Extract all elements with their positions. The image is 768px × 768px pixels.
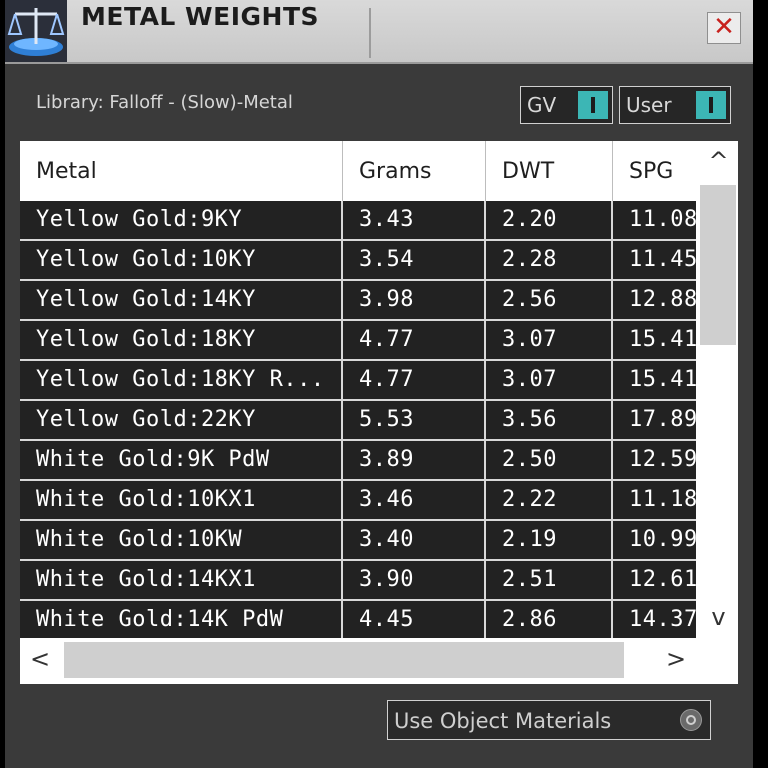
table-row[interactable]: White Gold:9K PdW 3.89 2.50 12.59 bbox=[20, 441, 696, 481]
table-row[interactable]: White Gold:14KX1 3.90 2.51 12.61 bbox=[20, 561, 696, 601]
close-icon: ✕ bbox=[713, 12, 735, 42]
column-header-dwt[interactable]: DWT bbox=[486, 141, 613, 201]
scroll-right-arrow-icon[interactable]: > bbox=[666, 645, 686, 673]
cell-dwt: 3.56 bbox=[486, 401, 613, 439]
cell-spg: 12.61 bbox=[613, 561, 696, 599]
cell-spg: 11.45 bbox=[613, 241, 696, 279]
close-button[interactable]: ✕ bbox=[707, 12, 741, 44]
table-row[interactable]: Yellow Gold:14KY 3.98 2.56 12.88 bbox=[20, 281, 696, 321]
gv-toggle[interactable]: GV bbox=[520, 86, 613, 124]
cell-metal: Yellow Gold:22KY bbox=[20, 401, 343, 439]
cell-metal: Yellow Gold:18KY bbox=[20, 321, 343, 359]
balance-scale-icon bbox=[5, 0, 67, 62]
column-header-spg[interactable]: SPG bbox=[613, 141, 699, 201]
cell-metal: Yellow Gold:14KY bbox=[20, 281, 343, 319]
cell-spg: 14.37 bbox=[613, 601, 696, 638]
user-toggle[interactable]: User bbox=[619, 86, 731, 124]
cell-dwt: 3.07 bbox=[486, 321, 613, 359]
library-label: Library: Falloff - (Slow)-Metal bbox=[36, 92, 293, 113]
table-body: Yellow Gold:9KY 3.43 2.20 11.08 Yellow Gold:… bbox=[20, 201, 696, 638]
cell-grams: 4.77 bbox=[343, 361, 486, 399]
horizontal-scroll-thumb[interactable] bbox=[64, 642, 624, 678]
cell-grams: 3.90 bbox=[343, 561, 486, 599]
cell-spg: 12.59 bbox=[613, 441, 696, 479]
user-toggle-switch bbox=[696, 91, 726, 119]
column-header-grams[interactable]: Grams bbox=[343, 141, 486, 201]
cell-metal: Yellow Gold:9KY bbox=[20, 201, 343, 239]
cell-spg: 11.08 bbox=[613, 201, 696, 239]
window-title: METAL WEIGHTS bbox=[81, 2, 320, 31]
cell-dwt: 3.07 bbox=[486, 361, 613, 399]
cell-dwt: 2.20 bbox=[486, 201, 613, 239]
cell-metal: Yellow Gold:10KY bbox=[20, 241, 343, 279]
table-row[interactable]: Yellow Gold:18KY 4.77 3.07 15.41 bbox=[20, 321, 696, 361]
cell-dwt: 2.22 bbox=[486, 481, 613, 519]
scroll-up-arrow-icon[interactable]: ^ bbox=[699, 147, 738, 175]
cell-spg: 11.18 bbox=[613, 481, 696, 519]
table-row[interactable]: White Gold:10KW 3.40 2.19 10.99 bbox=[20, 521, 696, 561]
cell-metal: White Gold:10KW bbox=[20, 521, 343, 559]
gv-toggle-switch bbox=[578, 91, 608, 119]
cell-dwt: 2.86 bbox=[486, 601, 613, 638]
cell-spg: 12.88 bbox=[613, 281, 696, 319]
cell-grams: 3.98 bbox=[343, 281, 486, 319]
table-row[interactable]: Yellow Gold:18KY R... 4.77 3.07 15.41 bbox=[20, 361, 696, 401]
radio-circle-icon bbox=[680, 709, 702, 731]
table-row[interactable]: Yellow Gold:22KY 5.53 3.56 17.89 bbox=[20, 401, 696, 441]
cell-metal: White Gold:10KX1 bbox=[20, 481, 343, 519]
use-object-materials-toggle[interactable]: Use Object Materials bbox=[387, 700, 711, 740]
table-row[interactable]: Yellow Gold:9KY 3.43 2.20 11.08 bbox=[20, 201, 696, 241]
horizontal-scrollbar[interactable]: < > bbox=[20, 638, 738, 684]
cell-grams: 3.40 bbox=[343, 521, 486, 559]
cell-metal: Yellow Gold:18KY R... bbox=[20, 361, 343, 399]
cell-grams: 4.77 bbox=[343, 321, 486, 359]
vertical-scroll-thumb[interactable] bbox=[700, 185, 736, 345]
cell-spg: 17.89 bbox=[613, 401, 696, 439]
title-divider bbox=[369, 8, 371, 58]
cell-metal: White Gold:14KX1 bbox=[20, 561, 343, 599]
metal-weights-panel: METAL WEIGHTS ✕ Library: Falloff - (Slow… bbox=[5, 0, 753, 768]
gv-toggle-label: GV bbox=[527, 93, 557, 117]
column-header-metal[interactable]: Metal bbox=[20, 141, 343, 201]
cell-dwt: 2.28 bbox=[486, 241, 613, 279]
title-bar: METAL WEIGHTS ✕ bbox=[5, 0, 753, 64]
use-object-materials-label: Use Object Materials bbox=[394, 709, 612, 733]
cell-dwt: 2.56 bbox=[486, 281, 613, 319]
cell-grams: 5.53 bbox=[343, 401, 486, 439]
cell-dwt: 2.51 bbox=[486, 561, 613, 599]
user-toggle-label: User bbox=[626, 93, 672, 117]
cell-grams: 3.46 bbox=[343, 481, 486, 519]
cell-metal: White Gold:9K PdW bbox=[20, 441, 343, 479]
cell-spg: 15.41 bbox=[613, 361, 696, 399]
cell-grams: 3.54 bbox=[343, 241, 486, 279]
cell-spg: 10.99 bbox=[613, 521, 696, 559]
table-row[interactable]: White Gold:14K PdW 4.45 2.86 14.37 bbox=[20, 601, 696, 638]
scroll-left-arrow-icon[interactable]: < bbox=[30, 645, 50, 673]
vertical-scrollbar[interactable]: ^ v bbox=[699, 141, 738, 638]
cell-grams: 3.89 bbox=[343, 441, 486, 479]
cell-grams: 4.45 bbox=[343, 601, 486, 638]
cell-dwt: 2.50 bbox=[486, 441, 613, 479]
cell-spg: 15.41 bbox=[613, 321, 696, 359]
table-row[interactable]: White Gold:10KX1 3.46 2.22 11.18 bbox=[20, 481, 696, 521]
cell-grams: 3.43 bbox=[343, 201, 486, 239]
cell-dwt: 2.19 bbox=[486, 521, 613, 559]
table-row[interactable]: Yellow Gold:10KY 3.54 2.28 11.45 bbox=[20, 241, 696, 281]
cell-metal: White Gold:14K PdW bbox=[20, 601, 343, 638]
scroll-down-arrow-icon[interactable]: v bbox=[699, 603, 738, 631]
metal-table: Metal Grams DWT SPG Yellow Gold:9KY 3.43 2… bbox=[20, 141, 738, 684]
